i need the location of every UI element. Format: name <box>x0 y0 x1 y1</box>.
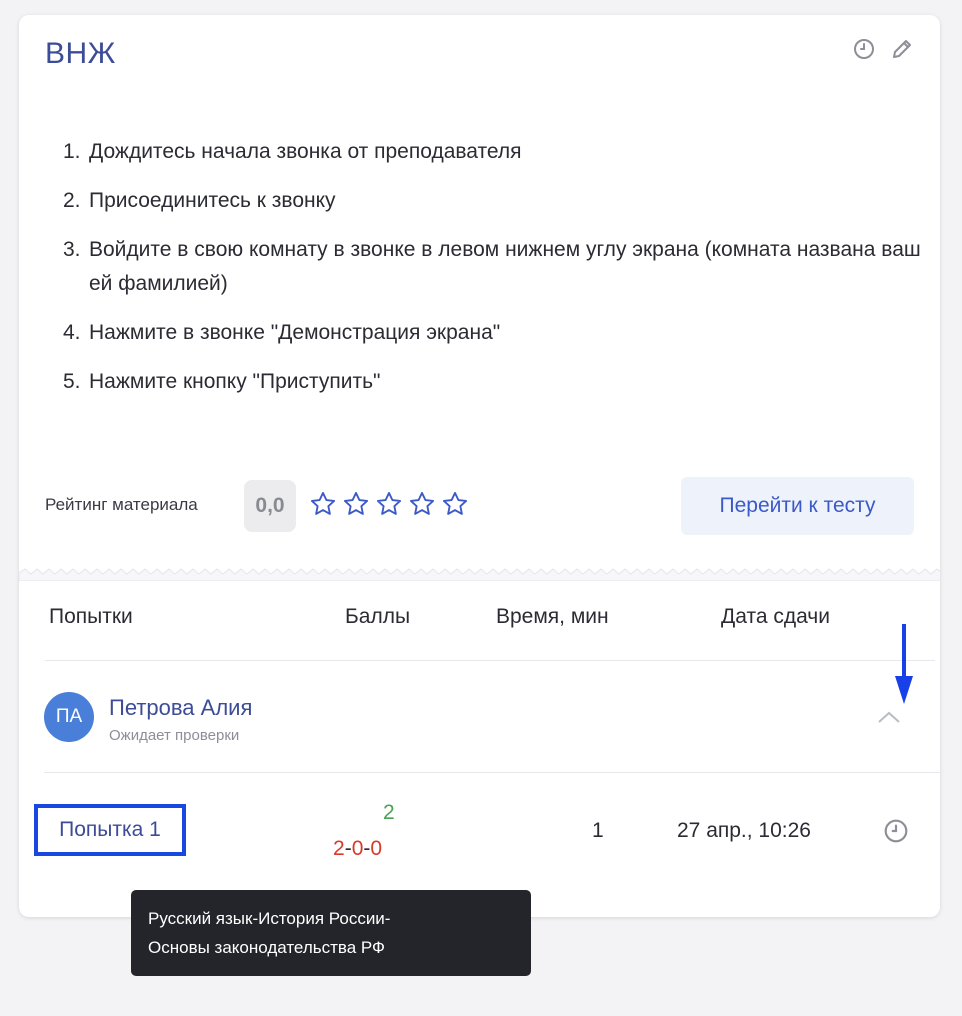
header-date: Дата сдачи <box>721 605 830 628</box>
table-header: Попытки Баллы Время, мин Дата сдачи <box>49 605 929 635</box>
list-item: 5. Нажмите кнопку "Приступить" <box>63 370 381 393</box>
chevron-up-icon[interactable] <box>874 702 904 732</box>
header-attempts: Попытки <box>49 605 133 628</box>
avatar: ПА <box>44 692 94 742</box>
instructions-list: 1. Дождитесь начала звонка от преподавате… <box>63 135 923 414</box>
card-actions <box>852 37 914 61</box>
table-row: Попытка 1 2 2-0-0 1 27 апр., 10:26 <box>19 795 940 875</box>
rating-stars <box>309 490 469 518</box>
header-time: Время, мин <box>496 605 609 628</box>
score-total: 2 <box>383 801 395 824</box>
list-item: 2. Присоединитесь к звонку <box>63 189 336 212</box>
attempt-time: 1 <box>592 819 604 842</box>
student-row: ПА Петрова Алия Ожидает проверки <box>44 690 924 750</box>
score-breakdown: 2-0-0 <box>333 837 383 860</box>
material-card: ВНЖ 1. Дождитесь начала звонка от препода… <box>19 15 940 917</box>
history-icon[interactable] <box>852 37 876 61</box>
list-item: 4. Нажмите в звонке "Демонстрация экрана" <box>63 321 501 344</box>
divider <box>44 772 940 773</box>
list-item: 3. Войдите в свою комнату в звонке в лево… <box>63 238 921 295</box>
star-icon[interactable] <box>309 490 337 518</box>
history-icon[interactable] <box>883 818 909 844</box>
student-status: Ожидает проверки <box>109 727 240 744</box>
tooltip-line: Основы законодательства РФ <box>148 938 385 957</box>
star-icon[interactable] <box>375 490 403 518</box>
header-points: Баллы <box>345 605 411 628</box>
rating-row: Рейтинг материала 0,0 Перейти к тесту <box>45 477 914 535</box>
rating-label: Рейтинг материала <box>45 495 198 514</box>
section-divider <box>19 568 940 581</box>
page-title: ВНЖ <box>45 37 116 70</box>
edit-icon[interactable] <box>890 37 914 61</box>
star-icon[interactable] <box>408 490 436 518</box>
attempt-link[interactable]: Попытка 1 <box>34 804 186 856</box>
list-item: 1. Дождитесь начала звонка от преподавате… <box>63 140 522 163</box>
student-name[interactable]: Петрова Алия <box>109 695 252 721</box>
divider <box>45 660 935 661</box>
star-icon[interactable] <box>441 490 469 518</box>
attempt-date: 27 апр., 10:26 <box>677 819 811 842</box>
rating-value: 0,0 <box>244 480 296 532</box>
tooltip: Русский язык-История России- Основы зако… <box>131 890 531 976</box>
tooltip-line: Русский язык-История России- <box>148 909 391 928</box>
annotation-arrow-icon <box>895 624 913 704</box>
go-to-test-button[interactable]: Перейти к тесту <box>681 477 914 535</box>
star-icon[interactable] <box>342 490 370 518</box>
